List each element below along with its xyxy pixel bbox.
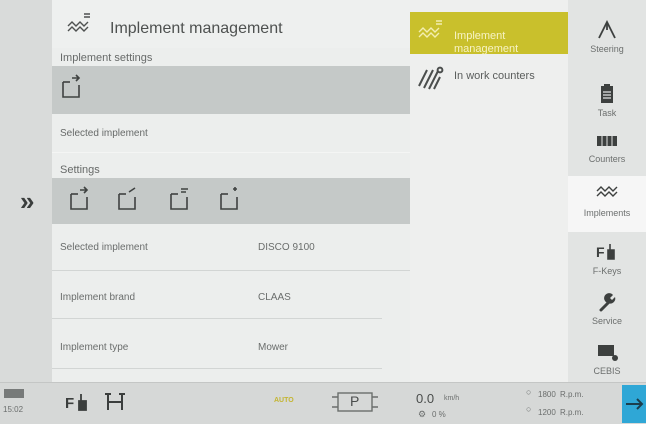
detail-label: Implement brand xyxy=(60,292,136,303)
rpm-1-value: 1800 xyxy=(538,390,556,399)
detail-value: CLAAS xyxy=(258,292,291,303)
detail-label: Selected implement xyxy=(60,242,148,253)
implement-edit-icon[interactable] xyxy=(60,74,84,100)
rpm-2-value: 1200 xyxy=(538,408,556,417)
page-header: Implement management xyxy=(52,0,410,48)
main-nav: Steering Task Counters Implements F F-Ke… xyxy=(568,0,646,382)
screen: » Implement management Implement setting… xyxy=(0,0,646,424)
status-bar: 15:02 F AUTO P 0.0 km/h ⚙ 0 % ○ 1800 R.p… xyxy=(0,382,646,424)
steering-icon xyxy=(598,20,616,39)
submenu-item-label: In work counters xyxy=(454,70,535,82)
selected-implement-label: Selected implement xyxy=(60,128,148,139)
engine-rpm-icon: ○ xyxy=(526,387,532,397)
implement-settings-bar xyxy=(52,66,410,114)
clock-time: 15:02 xyxy=(3,405,24,414)
nav-item-label: Task xyxy=(597,108,617,118)
left-gutter: » xyxy=(0,0,52,382)
implement-header-icon xyxy=(67,13,90,32)
counters-icon xyxy=(597,136,617,146)
f-keys-icon: F xyxy=(596,244,615,260)
slip-icon: ⚙ xyxy=(418,409,427,419)
nav-item-service[interactable]: Service xyxy=(568,286,646,336)
setting-3-icon[interactable] xyxy=(168,186,192,212)
nav-item-f-keys[interactable]: F F-Keys xyxy=(568,236,646,286)
speed-unit: km/h xyxy=(444,395,460,402)
setting-4-icon[interactable] xyxy=(218,186,242,212)
implement-management-icon xyxy=(418,20,442,38)
setting-1-icon[interactable] xyxy=(68,186,92,212)
rpm-unit: R.p.m. xyxy=(560,408,584,417)
nav-item-label: Service xyxy=(591,316,622,326)
implement-settings-label: Implement settings xyxy=(60,52,153,64)
time-indicator-icon xyxy=(4,389,24,398)
nav-item-steering[interactable]: Steering xyxy=(568,14,646,64)
nav-item-label: Steering xyxy=(590,44,624,54)
submenu-item-in-work-counters[interactable]: In work counters xyxy=(410,58,568,100)
detail-label: Implement type xyxy=(60,342,129,353)
nav-item-label: F-Keys xyxy=(592,266,622,276)
service-icon xyxy=(599,293,616,312)
pto-rpm-icon: ○ xyxy=(526,404,532,414)
nav-item-task[interactable]: Task xyxy=(568,78,646,128)
svg-text:F: F xyxy=(65,395,74,412)
divider xyxy=(52,368,382,369)
rpm-unit: R.p.m. xyxy=(560,390,584,399)
submenu-item-implement-management[interactable]: Implement management xyxy=(410,12,568,55)
nav-item-label: Implements xyxy=(583,208,631,218)
page-title: Implement management xyxy=(110,20,283,37)
divider xyxy=(52,318,382,319)
hitch-icon[interactable] xyxy=(102,391,130,413)
detail-value: Mower xyxy=(258,342,289,353)
submenu-item-label: Implement management xyxy=(454,30,519,55)
connection-icon xyxy=(626,398,644,410)
auto-mode-indicator: AUTO xyxy=(274,397,294,404)
nav-item-label: Counters xyxy=(588,154,626,164)
main-panel: Implement management Implement settings … xyxy=(52,0,410,382)
cebis-icon xyxy=(598,345,618,361)
nav-item-label: CEBIS xyxy=(593,366,621,376)
expand-chevron-icon[interactable]: » xyxy=(20,188,34,214)
speed-value: 0.0 xyxy=(416,391,435,406)
gear-indicator: P xyxy=(350,393,360,409)
implements-icon xyxy=(596,186,618,197)
settings-label: Settings xyxy=(60,164,100,176)
divider xyxy=(52,270,410,271)
nav-item-counters[interactable]: Counters xyxy=(568,124,646,174)
task-icon xyxy=(601,84,613,103)
submenu-panel: Implement management In work counters xyxy=(410,0,568,382)
divider xyxy=(52,152,410,153)
slip-value: 0 % xyxy=(432,410,446,419)
connection-status-badge[interactable] xyxy=(622,385,646,423)
in-work-counters-icon xyxy=(418,66,444,90)
f-key-status-icon[interactable]: F xyxy=(64,391,92,413)
nav-item-cebis[interactable]: CEBIS xyxy=(568,336,646,386)
detail-value: DISCO 9100 xyxy=(258,242,315,253)
setting-2-icon[interactable] xyxy=(116,186,140,212)
nav-item-implements[interactable]: Implements xyxy=(568,176,646,232)
svg-text:F: F xyxy=(596,244,605,260)
settings-bar xyxy=(52,178,410,224)
